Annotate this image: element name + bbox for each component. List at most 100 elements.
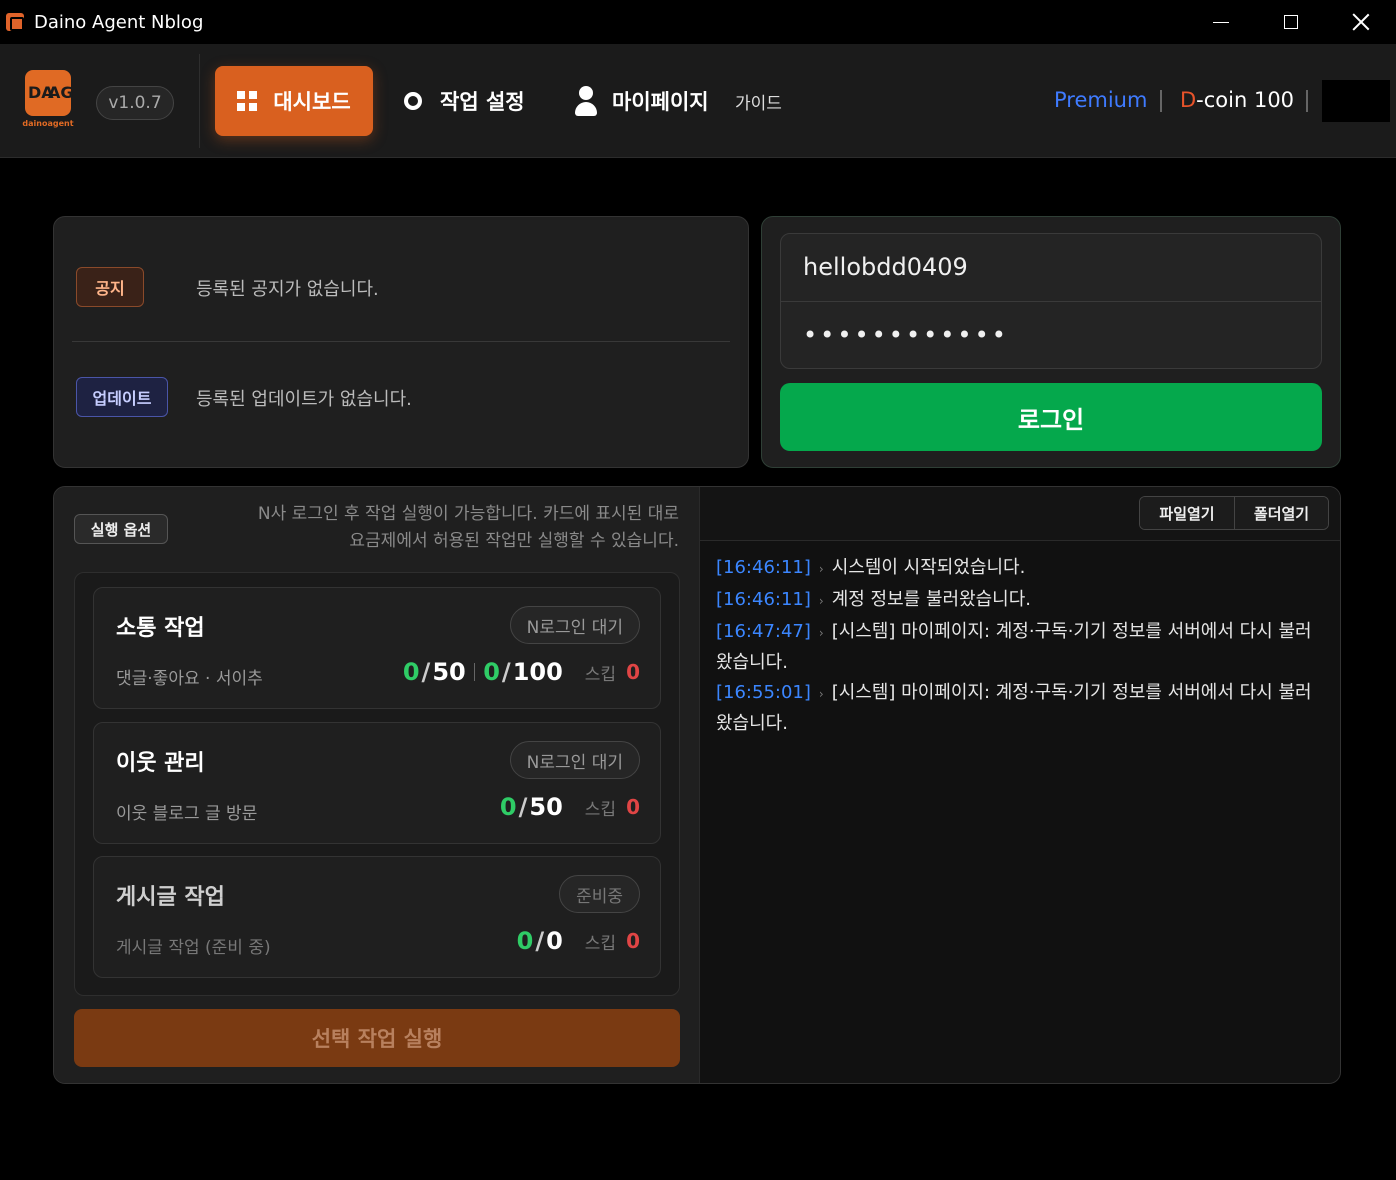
header-separator bbox=[1160, 90, 1162, 112]
task-stats: 0/50 0/100 스킵 0 bbox=[402, 658, 640, 686]
options-description: N사 로그인 후 작업 실행이 가능합니다. 카드에 표시된 대로 요금제에서 … bbox=[179, 501, 679, 555]
log-output[interactable]: [16:46:11] › 시스템이 시작되었습니다. [16:46:11] › 계정 정… bbox=[716, 553, 1326, 739]
dcoin-prefix: D bbox=[1180, 88, 1197, 112]
count-total: 100 bbox=[512, 658, 563, 686]
notice-card: 공지 등록된 공지가 없습니다. 업데이트 등록된 업데이트가 없습니다. bbox=[53, 216, 749, 468]
redacted-area bbox=[1322, 80, 1390, 122]
nav-settings-label: 작업 설정 bbox=[440, 90, 525, 114]
nav-settings-tab[interactable]: 작업 설정 bbox=[404, 66, 525, 136]
run-selected-button[interactable]: 선택 작업 실행 bbox=[74, 1009, 680, 1067]
window-titlebar: Daino Agent Nblog bbox=[0, 0, 1396, 44]
options-pane: 실행 옵션 N사 로그인 후 작업 실행이 가능합니다. 카드에 표시된 대로 … bbox=[54, 487, 699, 1083]
update-text: 등록된 업데이트가 없습니다. bbox=[196, 389, 412, 410]
window-title: Daino Agent Nblog bbox=[34, 11, 204, 33]
logo-subtitle: dainoagent bbox=[22, 119, 74, 128]
options-description-line: N사 로그인 후 작업 실행이 가능합니다. 카드에 표시된 대로 bbox=[257, 504, 679, 524]
logo-mark: DA AG bbox=[25, 70, 74, 116]
skip-count: 0 bbox=[626, 929, 640, 953]
dcoin-amount: -coin 100 bbox=[1196, 88, 1295, 112]
chevron-right-icon: › bbox=[818, 562, 824, 576]
task-card-neighbor[interactable]: 이웃 관리 N로그인 대기 이웃 블로그 글 방문 0/50 스킵 0 bbox=[93, 722, 661, 844]
login-card: 로그인 bbox=[761, 216, 1341, 468]
log-timestamp: [16:47:47] bbox=[716, 621, 811, 642]
login-fields bbox=[780, 233, 1322, 369]
update-tag: 업데이트 bbox=[76, 377, 168, 417]
chevron-right-icon: › bbox=[818, 687, 824, 701]
log-message: 계정 정보를 불러왔습니다. bbox=[831, 589, 1032, 610]
skip-count: 0 bbox=[626, 795, 640, 819]
task-status-badge: N로그인 대기 bbox=[509, 741, 640, 779]
nav-dashboard-label: 대시보드 bbox=[273, 90, 351, 114]
task-stats: 0/0 스킵 0 bbox=[516, 927, 640, 955]
log-pane: 파일열기 폴더열기 [16:46:11] › 시스템이 시작되었습니다. [16:4… bbox=[699, 487, 1340, 1083]
task-title: 게시글 작업 bbox=[116, 885, 225, 910]
user-icon bbox=[574, 86, 598, 116]
main-card: 실행 옵션 N사 로그인 후 작업 실행이 가능합니다. 카드에 표시된 대로 … bbox=[53, 486, 1341, 1084]
count-done: 0 bbox=[402, 658, 420, 686]
task-subtitle: 이웃 블로그 글 방문 bbox=[116, 804, 258, 824]
options-tag: 실행 옵션 bbox=[74, 514, 168, 544]
count-done: 0 bbox=[483, 658, 500, 686]
task-title: 소통 작업 bbox=[116, 616, 205, 641]
log-toolbar: 파일열기 폴더열기 bbox=[700, 487, 1340, 541]
log-entry: [16:46:11] › 시스템이 시작되었습니다. bbox=[716, 553, 1326, 584]
task-title: 이웃 관리 bbox=[116, 751, 205, 776]
task-subtitle: 게시글 작업 (준비 중) bbox=[116, 938, 271, 958]
maximize-button[interactable] bbox=[1256, 0, 1326, 44]
options-description-line: 요금제에서 허용된 작업만 실행할 수 있습니다. bbox=[349, 531, 679, 551]
skip-count: 0 bbox=[626, 660, 640, 684]
notice-tag: 공지 bbox=[76, 267, 144, 307]
logo-text-top: DA bbox=[28, 83, 54, 102]
skip-label: 스킵 bbox=[584, 799, 617, 820]
window-controls bbox=[1186, 0, 1396, 44]
nav-guide-link[interactable]: 가이드 bbox=[735, 66, 782, 136]
count-done: 0 bbox=[499, 793, 517, 821]
log-timestamp: [16:46:11] bbox=[716, 557, 811, 578]
header-divider bbox=[199, 54, 200, 148]
notice-divider bbox=[72, 341, 730, 342]
open-folder-button[interactable]: 폴더열기 bbox=[1234, 497, 1328, 529]
log-entry: [16:47:47] › [시스템] 마이페이지: 계정·구독·기기 정보를 서버에… bbox=[716, 617, 1326, 677]
log-message: 시스템이 시작되었습니다. bbox=[831, 557, 1026, 578]
open-file-button[interactable]: 파일열기 bbox=[1140, 497, 1234, 529]
count-total: 50 bbox=[529, 793, 563, 821]
log-timestamp: [16:55:01] bbox=[716, 682, 811, 703]
task-list: 소통 작업 N로그인 대기 댓글·좋아요 · 서이추 0/50 0/100 스킵… bbox=[74, 572, 680, 996]
task-card-communication[interactable]: 소통 작업 N로그인 대기 댓글·좋아요 · 서이추 0/50 0/100 스킵… bbox=[93, 587, 661, 709]
log-entry: [16:46:11] › 계정 정보를 불러왔습니다. bbox=[716, 585, 1326, 616]
version-badge: v1.0.7 bbox=[96, 86, 174, 120]
close-button[interactable] bbox=[1326, 0, 1396, 44]
login-button[interactable]: 로그인 bbox=[780, 383, 1322, 451]
log-entry: [16:55:01] › [시스템] 마이페이지: 계정·구독·기기 정보를 서버에… bbox=[716, 678, 1326, 738]
log-timestamp: [16:46:11] bbox=[716, 589, 811, 610]
count-total: 0 bbox=[546, 927, 563, 955]
chevron-right-icon: › bbox=[818, 594, 824, 608]
stat-separator bbox=[473, 663, 476, 681]
close-icon bbox=[1352, 13, 1370, 31]
task-status-badge: 준비중 bbox=[559, 875, 640, 913]
dashboard-grid-icon bbox=[237, 91, 258, 111]
nav-mypage-tab[interactable]: 마이페이지 bbox=[574, 66, 709, 136]
dcoin-balance: D-coin 100 bbox=[1180, 88, 1294, 112]
log-button-group: 파일열기 폴더열기 bbox=[1139, 496, 1329, 530]
count-total: 50 bbox=[432, 658, 466, 686]
task-subtitle: 댓글·좋아요 · 서이추 bbox=[116, 669, 263, 689]
notice-text: 등록된 공지가 없습니다. bbox=[196, 279, 379, 300]
skip-label: 스킵 bbox=[584, 933, 617, 954]
maximize-icon bbox=[1284, 15, 1298, 29]
logo-text-bottom: AG bbox=[48, 83, 74, 102]
password-input[interactable] bbox=[781, 302, 1321, 368]
user-id-input[interactable] bbox=[781, 234, 1321, 300]
task-status-badge: N로그인 대기 bbox=[509, 606, 640, 644]
app-icon bbox=[6, 13, 24, 31]
nav-mypage-label: 마이페이지 bbox=[612, 90, 709, 114]
plan-label: Premium bbox=[1054, 88, 1148, 112]
task-stats: 0/50 스킵 0 bbox=[499, 793, 640, 821]
count-done: 0 bbox=[516, 927, 534, 955]
minimize-button[interactable] bbox=[1186, 0, 1256, 44]
nav-dashboard-tab[interactable]: 대시보드 bbox=[215, 66, 373, 136]
app-header: DA AG dainoagent v1.0.7 대시보드 작업 설정 마이페이지… bbox=[0, 44, 1396, 158]
task-card-post: 게시글 작업 준비중 게시글 작업 (준비 중) 0/0 스킵 0 bbox=[93, 856, 661, 978]
header-separator bbox=[1306, 90, 1308, 112]
app-logo: DA AG dainoagent bbox=[22, 70, 74, 134]
